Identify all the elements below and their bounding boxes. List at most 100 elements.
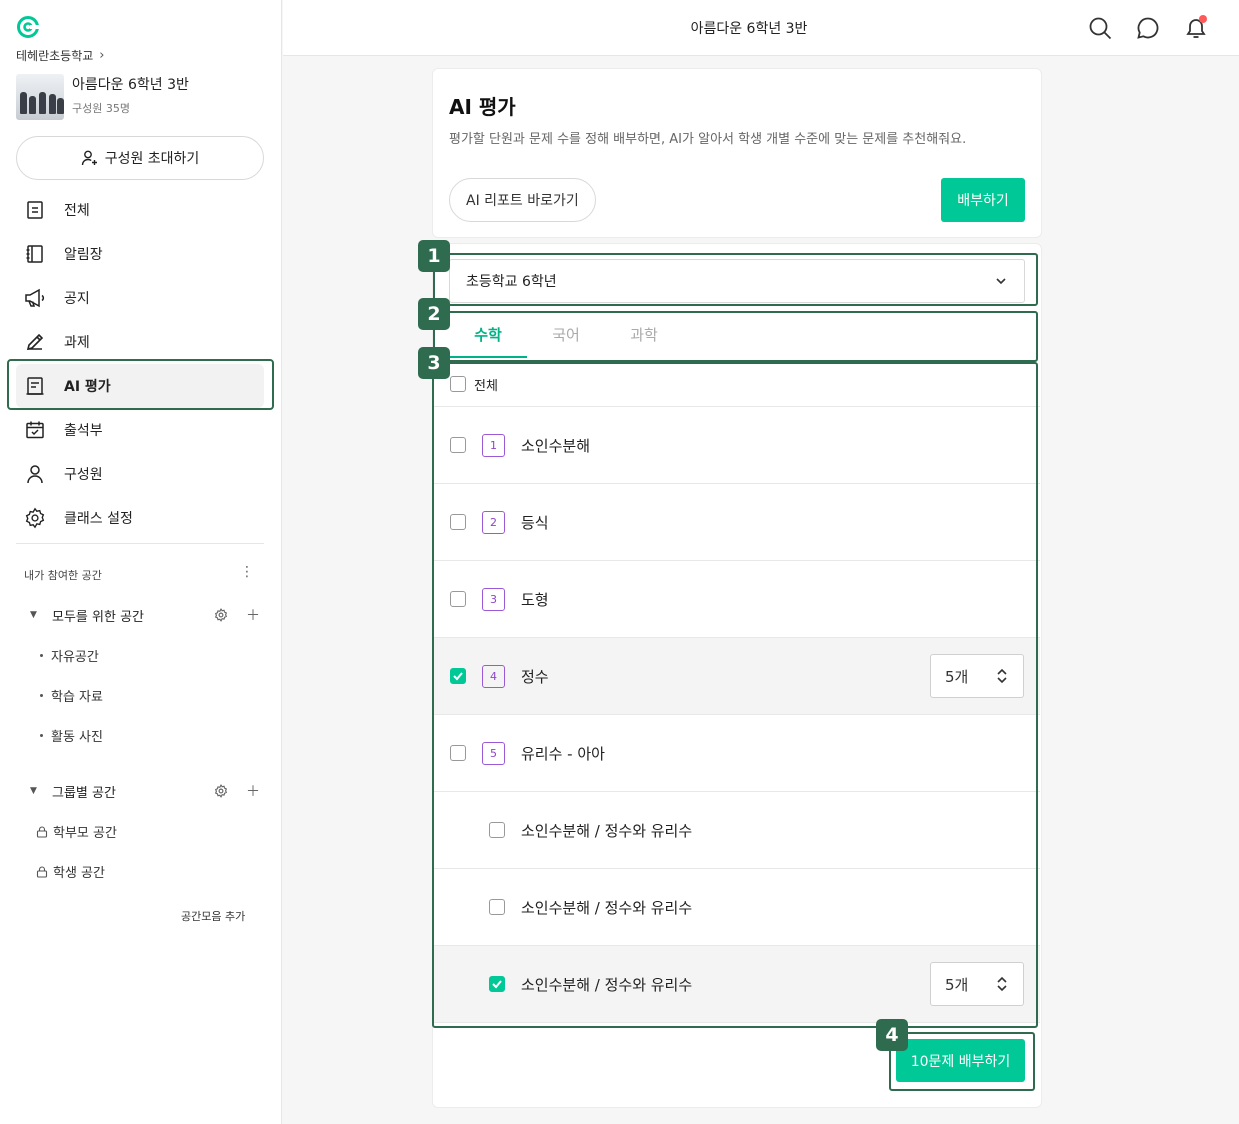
question-count-value: 5개 [945, 975, 969, 994]
sidebar-item-members[interactable]: 구성원 [16, 452, 264, 496]
unit-row[interactable]: 5 유리수 - 아아 [434, 715, 1040, 792]
gear-icon[interactable] [214, 608, 228, 622]
sub-unit-row-selected[interactable]: 소인수분해 / 정수와 유리수 5개 [434, 946, 1040, 1023]
top-header: 아름다운 6학년 3반 [283, 0, 1239, 56]
chevron-down-icon [996, 278, 1006, 285]
annotation-badge-2: 2 [418, 298, 450, 330]
unit-label: 등식 [521, 513, 549, 532]
space-item[interactable]: 학생 공간 [36, 862, 105, 881]
sub-unit-checkbox-checked[interactable] [489, 976, 505, 992]
unit-number-badge: 5 [482, 741, 505, 765]
sub-unit-row[interactable]: 소인수분해 / 정수와 유리수 [434, 869, 1040, 946]
more-options-icon[interactable]: ⋮ [240, 565, 254, 579]
tab-science[interactable]: 과학 [605, 314, 683, 358]
chevron-right-icon: › [99, 48, 105, 63]
check-icon [453, 672, 463, 681]
class-name: 아름다운 6학년 3반 [72, 77, 189, 93]
lock-icon [36, 825, 48, 838]
unit-checkbox-checked[interactable] [450, 668, 466, 684]
school-name: 테헤란초등학교 [16, 49, 94, 63]
space-item[interactable]: 활동 사진 [40, 726, 103, 745]
add-space-link[interactable]: 공간모음 추가 [181, 908, 245, 924]
sub-unit-label: 소인수분해 / 정수와 유리수 [521, 821, 693, 840]
subject-tabs: 수학 국어 과학 [449, 314, 683, 358]
space-group-label: 그룹별 공간 [52, 785, 116, 801]
member-count: 구성원 35명 [72, 102, 130, 115]
unit-number-badge: 1 [482, 433, 505, 457]
unit-checkbox[interactable] [450, 591, 466, 607]
plus-icon[interactable]: ＋ [246, 781, 260, 801]
class-photo [16, 74, 64, 120]
sidebar-divider [16, 543, 264, 544]
unit-checkbox[interactable] [450, 514, 466, 530]
stepper-arrows-icon[interactable] [995, 975, 1009, 993]
unit-number-badge: 2 [482, 510, 505, 534]
header-title: 아름다운 6학년 3반 [690, 21, 808, 37]
grade-select[interactable]: 초등학교 6학년 [449, 259, 1025, 303]
unit-label: 소인수분해 [521, 436, 591, 455]
tab-math[interactable]: 수학 [449, 314, 527, 358]
search-icon[interactable] [1087, 15, 1113, 41]
sub-unit-row[interactable]: 소인수분해 / 정수와 유리수 [434, 792, 1040, 869]
question-count-stepper[interactable]: 5개 [930, 962, 1024, 1006]
question-count-value: 5개 [945, 667, 969, 686]
unit-row-selected[interactable]: 4 정수 5개 [434, 638, 1040, 715]
document-icon [24, 199, 46, 221]
unit-row[interactable]: 3 도형 [434, 561, 1040, 638]
tab-korean[interactable]: 국어 [527, 314, 605, 358]
space-item[interactable]: 자유공간 [40, 646, 99, 665]
annotation-badge-3: 3 [418, 347, 450, 379]
caret-down-icon[interactable]: ▼ [30, 786, 52, 796]
school-breadcrumb[interactable]: 테헤란초등학교 › [16, 47, 104, 64]
class-info: 아름다운 6학년 3반 구성원 35명 [16, 74, 189, 120]
space-group-by-group[interactable]: ▼ 그룹별 공간 ＋ [30, 781, 260, 801]
sub-unit-label: 소인수분해 / 정수와 유리수 [521, 898, 693, 917]
sidebar: 테헤란초등학교 › 아름다운 6학년 3반 구성원 35명 구성원 초대하기 전… [0, 0, 282, 1124]
space-group-all[interactable]: ▼ 모두를 위한 공간 ＋ [30, 605, 260, 625]
invite-label: 구성원 초대하기 [104, 151, 200, 167]
space-group-label: 모두를 위한 공간 [52, 609, 144, 625]
page-title: AI 평가 [449, 95, 516, 119]
chat-icon[interactable] [1135, 15, 1161, 41]
gear-icon [24, 507, 46, 529]
select-all-row[interactable]: 전체 [434, 362, 1040, 407]
notebook-icon [24, 243, 46, 265]
annotation-badge-1: 1 [418, 240, 450, 272]
unit-checkbox[interactable] [450, 437, 466, 453]
sub-unit-checkbox[interactable] [489, 899, 505, 915]
sidebar-item-attendance[interactable]: 출석부 [16, 408, 264, 452]
sub-unit-checkbox[interactable] [489, 822, 505, 838]
app-logo-icon[interactable] [16, 15, 40, 39]
space-item[interactable]: 학부모 공간 [36, 822, 117, 841]
distribute-button[interactable]: 배부하기 [941, 178, 1025, 222]
sidebar-item-announcement[interactable]: 공지 [16, 276, 264, 320]
joined-spaces-title: 내가 참여한 공간 [24, 569, 102, 582]
gear-icon[interactable] [214, 784, 228, 798]
unit-checkbox[interactable] [450, 745, 466, 761]
invite-members-button[interactable]: 구성원 초대하기 [16, 136, 264, 180]
unit-row[interactable]: 1 소인수분해 [434, 407, 1040, 484]
sidebar-item-assignment[interactable]: 과제 [16, 320, 264, 364]
ai-report-button[interactable]: AI 리포트 바로가기 [449, 178, 596, 222]
sidebar-item-notice-board[interactable]: 알림장 [16, 232, 264, 276]
megaphone-icon [24, 287, 46, 309]
distribute-questions-button[interactable]: 10문제 배부하기 [896, 1039, 1025, 1082]
space-item[interactable]: 학습 자료 [40, 686, 103, 705]
select-all-checkbox[interactable] [450, 376, 466, 392]
page-description: 평가할 단원과 문제 수를 정해 배부하면, AI가 알아서 학생 개별 수준에… [449, 132, 967, 147]
unit-list: 전체 1 소인수분해 2 등식 3 도형 4 정수 5개 5 유리수 - 아아 … [434, 362, 1040, 1023]
question-count-stepper[interactable]: 5개 [930, 654, 1024, 698]
unit-row[interactable]: 2 등식 [434, 484, 1040, 561]
grade-select-value: 초등학교 6학년 [466, 274, 557, 290]
plus-icon[interactable]: ＋ [246, 605, 260, 625]
caret-down-icon[interactable]: ▼ [30, 610, 52, 620]
notification-dot [1199, 15, 1207, 23]
sidebar-item-label: 구성원 [64, 467, 103, 483]
unit-label: 도형 [521, 590, 549, 609]
lock-icon [36, 865, 48, 878]
sidebar-item-class-settings[interactable]: 클래스 설정 [16, 496, 264, 540]
stepper-arrows-icon[interactable] [995, 667, 1009, 685]
sidebar-item-all[interactable]: 전체 [16, 188, 264, 232]
unit-label: 유리수 - 아아 [521, 744, 605, 763]
unit-label: 정수 [521, 667, 549, 686]
